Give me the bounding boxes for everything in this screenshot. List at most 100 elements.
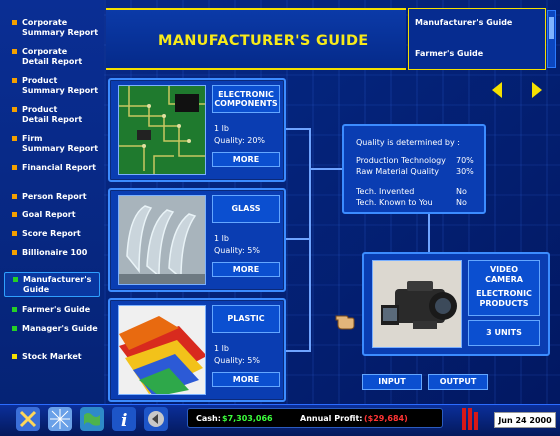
sidebar-item-label: Product bbox=[22, 76, 58, 85]
scroll-thumb[interactable] bbox=[549, 17, 554, 39]
input-button[interactable]: INPUT bbox=[362, 374, 422, 390]
sidebar-item-goal-report[interactable]: Goal Report bbox=[4, 210, 100, 220]
material-name-line: COMPONENTS bbox=[214, 99, 278, 108]
page-header: MANUFACTURER'S GUIDE bbox=[106, 8, 406, 70]
map-grid-icon[interactable] bbox=[48, 407, 72, 431]
connector-line bbox=[286, 128, 310, 130]
quality-row-label: Production Technology bbox=[356, 156, 446, 165]
flag-icon[interactable] bbox=[456, 406, 486, 432]
quality-row-value: No bbox=[456, 187, 467, 196]
material-card-plastic: PLASTIC 1 lb Quality: 5% MORE bbox=[108, 298, 286, 402]
sidebar-item-farmers-guide[interactable]: Farmer's Guide bbox=[4, 305, 100, 315]
sidebar-item-product-detail[interactable]: Product Detail Report bbox=[4, 105, 100, 124]
svg-text:i: i bbox=[121, 411, 127, 431]
more-button[interactable]: MORE bbox=[212, 262, 280, 277]
material-card-glass: GLASS 1 lb Quality: 5% MORE bbox=[108, 188, 286, 292]
previous-arrow-icon[interactable] bbox=[492, 82, 502, 98]
sidebar-item-manufacturers-guide[interactable]: Manufacturer's Guide bbox=[4, 272, 100, 297]
sidebar-item-financial-report[interactable]: Financial Report bbox=[4, 163, 100, 173]
material-weight: 1 lb bbox=[214, 124, 229, 133]
annual-profit-value: ($29,684) bbox=[364, 414, 408, 423]
bullet-icon bbox=[12, 107, 17, 112]
guide-scrollbar[interactable] bbox=[547, 10, 556, 68]
material-name-line: ELECTRONIC bbox=[218, 89, 274, 99]
quality-row-label: Raw Material Quality bbox=[356, 167, 439, 176]
product-units: 3 UNITS bbox=[468, 320, 540, 346]
info-icon[interactable]: i bbox=[112, 407, 136, 431]
sidebar-item-label: Financial Report bbox=[22, 163, 96, 172]
sidebar-item-label: Person Report bbox=[22, 192, 87, 201]
quality-row-label: Tech. Known to You bbox=[356, 198, 433, 207]
sidebar-item-label: Firm bbox=[22, 134, 43, 143]
bullet-icon bbox=[12, 326, 17, 331]
connector-line bbox=[286, 350, 310, 352]
material-quality: Quality: 5% bbox=[214, 356, 260, 365]
bullet-icon bbox=[12, 250, 17, 255]
glass-image bbox=[118, 195, 206, 285]
output-button[interactable]: OUTPUT bbox=[428, 374, 488, 390]
sidebar-item-label: Summary Report bbox=[22, 143, 99, 153]
bullet-icon bbox=[12, 354, 17, 359]
sidebar-item-label: Corporate bbox=[22, 18, 68, 27]
sidebar-item-label: Detail Report bbox=[22, 114, 83, 124]
connector-line bbox=[286, 238, 310, 240]
more-button[interactable]: MORE bbox=[212, 372, 280, 387]
sidebar-item-label: Stock Market bbox=[22, 352, 82, 361]
sidebar-item-stock-market[interactable]: Stock Market bbox=[4, 352, 100, 362]
bullet-icon bbox=[12, 212, 17, 217]
guide-selector: Manufacturer's Guide Farmer's Guide bbox=[408, 8, 546, 70]
material-name: PLASTIC bbox=[212, 305, 280, 333]
quality-info-panel: Quality is determined by : Production Te… bbox=[342, 124, 486, 214]
quality-row-value: 70% bbox=[456, 156, 474, 165]
sidebar-item-label: Corporate bbox=[22, 47, 68, 56]
sidebar-item-billionaire-100[interactable]: Billionaire 100 bbox=[4, 248, 100, 258]
bullet-icon bbox=[12, 231, 17, 236]
sidebar-item-firm-summary[interactable]: Firm Summary Report bbox=[4, 134, 100, 153]
next-arrow-icon[interactable] bbox=[532, 82, 542, 98]
product-panel: VIDEO CAMERA ELECTRONIC PRODUCTS 3 UNITS bbox=[362, 252, 550, 356]
guide-option-manufacturers[interactable]: Manufacturer's Guide bbox=[415, 18, 512, 27]
sidebar-item-corporate-detail[interactable]: Corporate Detail Report bbox=[4, 47, 100, 66]
sidebar-item-label: Billionaire 100 bbox=[22, 248, 88, 257]
sidebar-item-score-report[interactable]: Score Report bbox=[4, 229, 100, 239]
material-name-line: PLASTIC bbox=[227, 314, 265, 324]
guide-option-farmers[interactable]: Farmer's Guide bbox=[415, 49, 483, 58]
material-quality: Quality: 20% bbox=[214, 136, 266, 145]
cash-value: $7,303,066 bbox=[222, 414, 273, 423]
sidebar-item-product-summary[interactable]: Product Summary Report bbox=[4, 76, 100, 95]
sidebar-item-label: Summary Report bbox=[22, 85, 99, 95]
sidebar-item-label: Guide bbox=[23, 284, 50, 294]
quality-row-value: 30% bbox=[456, 167, 474, 176]
world-map-icon[interactable] bbox=[80, 407, 104, 431]
sidebar-item-label: Detail Report bbox=[22, 56, 83, 66]
bullet-icon bbox=[12, 78, 17, 83]
bullet-icon bbox=[12, 165, 17, 170]
material-weight: 1 lb bbox=[214, 234, 229, 243]
product-name-line: VIDEO bbox=[489, 265, 519, 274]
material-name: GLASS bbox=[212, 195, 280, 223]
sidebar-item-person-report[interactable]: Person Report bbox=[4, 192, 100, 202]
pointing-hand-icon bbox=[334, 310, 356, 330]
quality-row-label: Tech. Invented bbox=[356, 187, 415, 196]
sidebar-item-label: Manufacturer's bbox=[23, 275, 92, 284]
back-icon[interactable] bbox=[144, 407, 168, 431]
sidebar-item-label: Summary Report bbox=[22, 27, 99, 37]
status-bar: Cash: $7,303,066 Annual Profit: ($29,684… bbox=[187, 408, 443, 428]
connector-line bbox=[428, 214, 430, 252]
game-date: Jun 24 2000 bbox=[494, 412, 556, 428]
product-category-line: ELECTRONIC bbox=[476, 289, 532, 298]
material-card-electronic-components: ELECTRONIC COMPONENTS 1 lb Quality: 20% M… bbox=[108, 78, 286, 182]
bullet-icon bbox=[12, 136, 17, 141]
material-name: ELECTRONIC COMPONENTS bbox=[212, 85, 280, 113]
tools-icon[interactable] bbox=[16, 407, 40, 431]
sidebar-item-label: Manager's Guide bbox=[22, 324, 98, 333]
sidebar-item-managers-guide[interactable]: Manager's Guide bbox=[4, 324, 100, 334]
more-button[interactable]: MORE bbox=[212, 152, 280, 167]
plastic-image bbox=[118, 305, 206, 395]
report-sidebar: Corporate Summary Report Corporate Detai… bbox=[0, 0, 104, 404]
bullet-icon bbox=[13, 277, 18, 282]
circuit-board-image bbox=[118, 85, 206, 175]
sidebar-item-corporate-summary[interactable]: Corporate Summary Report bbox=[4, 18, 100, 37]
connector-line bbox=[309, 168, 343, 170]
annual-profit-label: Annual Profit: bbox=[300, 414, 363, 423]
